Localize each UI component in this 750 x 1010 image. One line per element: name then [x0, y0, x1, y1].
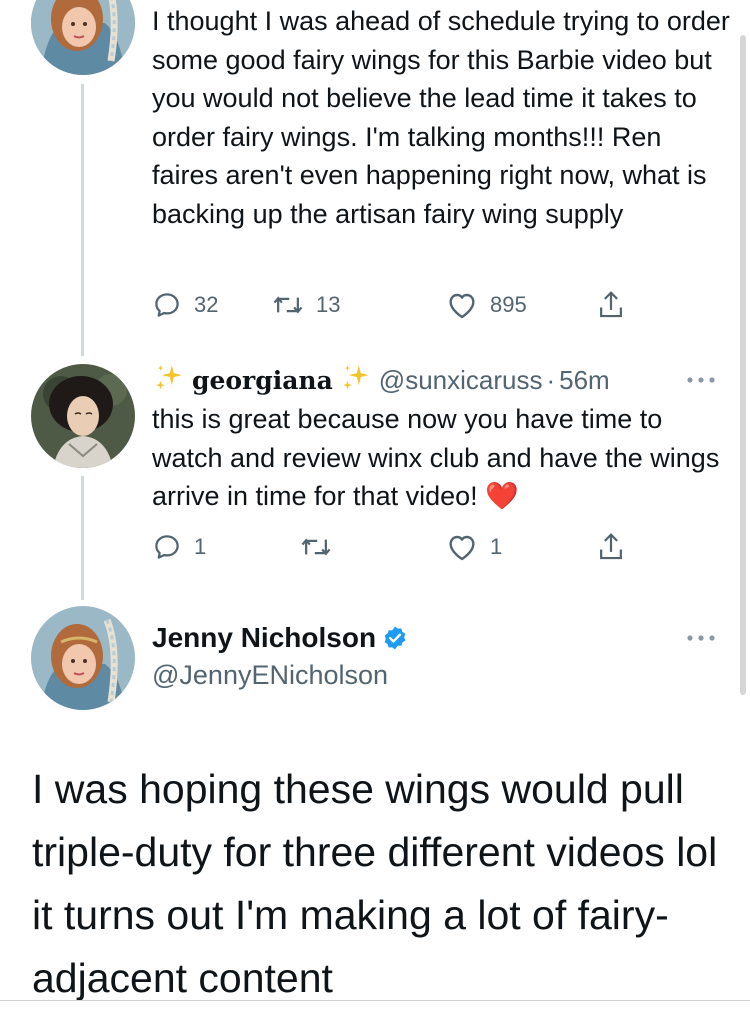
- like-count: 1: [490, 534, 503, 559]
- reply-button[interactable]: 1: [152, 530, 206, 564]
- avatar[interactable]: [31, 0, 135, 75]
- share-button[interactable]: [596, 288, 626, 322]
- retweet-icon: [273, 296, 303, 314]
- scrollbar[interactable]: [740, 35, 746, 695]
- tweet-text-body: this is great because now you have time …: [152, 404, 720, 511]
- retweet-count: 13: [316, 292, 341, 317]
- reply-icon: [155, 293, 179, 317]
- display-name-row: Jenny Nicholson: [152, 622, 408, 654]
- reply-button[interactable]: 32: [152, 288, 218, 322]
- verified-badge-icon: [382, 625, 408, 651]
- heart-icon: [449, 535, 475, 561]
- share-icon: [600, 291, 622, 318]
- thread-line: [81, 84, 84, 356]
- retweet-button[interactable]: [300, 530, 332, 564]
- share-icon: [600, 533, 622, 560]
- more-options-icon[interactable]: [684, 372, 718, 393]
- reply-count: 32: [194, 292, 219, 317]
- tweet-text: this is great because now you have time …: [152, 400, 727, 516]
- retweet-icon: [301, 538, 331, 556]
- like-button[interactable]: 1: [446, 530, 502, 564]
- heart-icon: [449, 293, 475, 319]
- like-count: 895: [490, 292, 527, 317]
- tweet-text: I thought I was ahead of schedule trying…: [152, 6, 730, 229]
- sparkles-icon: [152, 361, 186, 400]
- display-name[interactable]: Jenny Nicholson: [152, 622, 376, 654]
- time-separator: ·: [546, 364, 556, 395]
- sparkles-icon: [339, 361, 373, 400]
- retweet-button[interactable]: 13: [272, 288, 340, 322]
- avatar[interactable]: [31, 606, 135, 710]
- reply-icon: [155, 535, 179, 559]
- user-handle[interactable]: @sunxicaruss: [379, 365, 543, 396]
- share-button[interactable]: [596, 530, 626, 564]
- tweet-actions: 1 1: [152, 530, 632, 564]
- display-name[interactable]: georgiana: [192, 366, 333, 395]
- thread-line: [81, 476, 84, 600]
- tweet-header: georgiana @sunxicaruss · 56m: [152, 362, 610, 398]
- reply-count: 1: [194, 534, 207, 559]
- main-tweet-text: I was hoping these wings would pull trip…: [32, 766, 718, 1001]
- more-options-icon[interactable]: [684, 630, 718, 651]
- avatar[interactable]: [31, 364, 135, 468]
- like-button[interactable]: 895: [446, 288, 527, 322]
- red-heart-emoji: ❤️: [485, 481, 519, 511]
- tweet-actions: 32 13 895: [152, 288, 632, 322]
- user-handle[interactable]: @JennyENicholson: [152, 660, 388, 691]
- timestamp[interactable]: 56m: [559, 365, 610, 396]
